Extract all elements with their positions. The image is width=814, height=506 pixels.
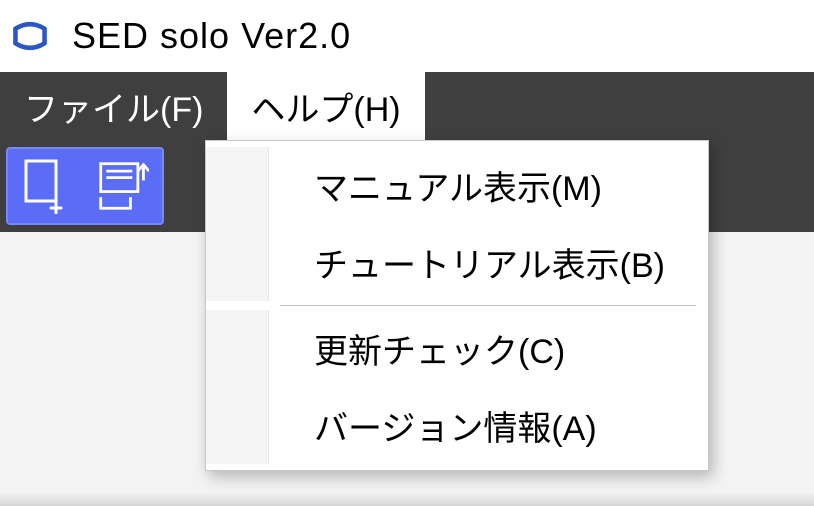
menu-update-check[interactable]: 更新チェック(C) [206,310,708,387]
menu-tutorial[interactable]: チュートリアル表示(B) [206,224,708,301]
app-title: SED solo Ver2.0 [72,15,351,57]
toolbar-group [6,147,164,225]
open-folder-button[interactable] [94,155,152,217]
menu-manual[interactable]: マニュアル表示(M) [206,147,708,224]
menu-file[interactable]: ファイル(F) [0,72,227,140]
menubar: ファイル(F) ヘルプ(H) マニュアル表示(M) チュートリアル表示(B) 更… [0,72,814,140]
app-icon [8,14,52,58]
menu-help[interactable]: ヘルプ(H) [227,72,424,140]
menu-separator [280,305,696,306]
new-doc-icon [23,158,71,214]
menu-version-info[interactable]: バージョン情報(A) [206,387,708,464]
new-doc-button[interactable] [18,155,76,217]
open-folder-icon [97,158,149,214]
titlebar: SED solo Ver2.0 [0,0,814,72]
help-dropdown: マニュアル表示(M) チュートリアル表示(B) 更新チェック(C) バージョン情… [205,140,709,471]
